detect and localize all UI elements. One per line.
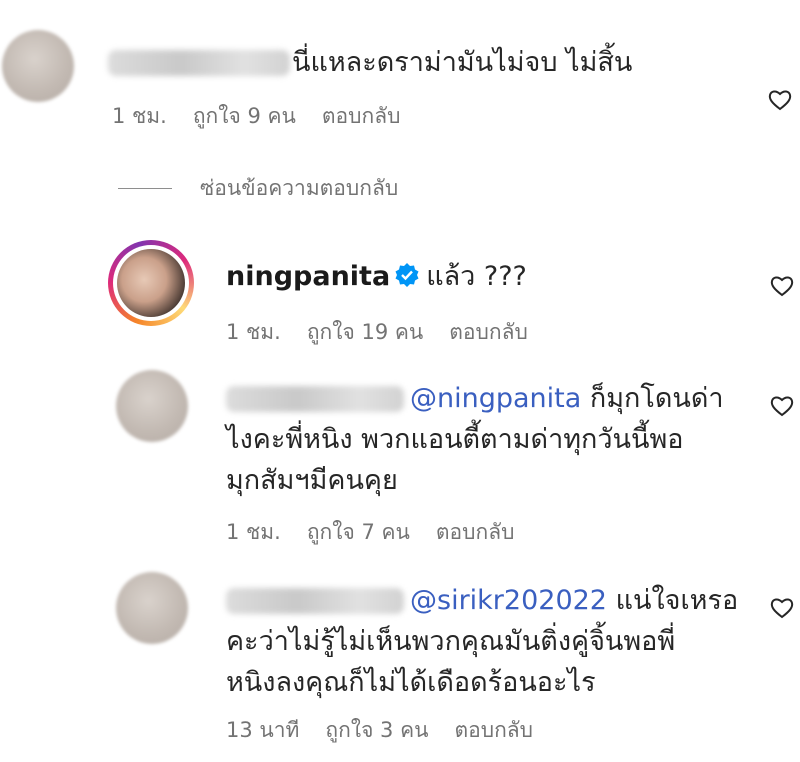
comment-text: นี่แหละดราม่ามันไม่จบ ไม่สิ้น [292, 47, 633, 78]
reply-text: แล้ว ??? [426, 261, 527, 292]
reply-line-3: มุกสัมฯมีคนคุย [226, 465, 398, 496]
reply-likes[interactable]: ถูกใจ 3 คน [325, 718, 428, 742]
heart-icon[interactable] [770, 597, 794, 619]
reply-button[interactable]: ตอบกลับ [322, 104, 401, 128]
reply-likes[interactable]: ถูกใจ 19 คน [307, 320, 423, 344]
comment-meta: 1 ชม. ถูกใจ 9 คน ตอบกลับ [112, 102, 426, 130]
reply-time: 1 ชม. [226, 520, 281, 544]
reply-time: 13 นาที [226, 718, 300, 742]
reply-username[interactable]: ningpanita [226, 261, 390, 292]
replier-avatar[interactable] [116, 370, 188, 442]
hide-replies-button[interactable]: ซ่อนข้อความตอบกลับ [200, 174, 398, 202]
verified-badge-icon [395, 263, 419, 287]
heart-icon[interactable] [770, 395, 794, 417]
reply-meta: 1 ชม. ถูกใจ 19 คน ตอบกลับ [226, 318, 554, 346]
reply-meta: 1 ชม. ถูกใจ 7 คน ตอบกลับ [226, 518, 540, 546]
profile-photo [117, 249, 185, 317]
reply-line-2: คะว่าไม่รู้ไม่เห็นพวกคุณมันติ่งคู่จิ้นพอ… [226, 626, 676, 657]
reply-line-1: @ningpanita ก็มุกโดนด่า [410, 380, 724, 418]
reply-line-3: หนิงลงคุณก็ไม่ได้เดือดร้อนอะไร [226, 667, 596, 698]
commenter-avatar[interactable] [2, 30, 74, 102]
reply-button[interactable]: ตอบกลับ [436, 520, 515, 544]
reply-button[interactable]: ตอบกลับ [449, 320, 528, 344]
comment-likes[interactable]: ถูกใจ 9 คน [193, 104, 296, 128]
hide-replies-line [118, 188, 172, 189]
reply-likes[interactable]: ถูกใจ 7 คน [307, 520, 410, 544]
reply-meta: 13 นาที ถูกใจ 3 คน ตอบกลับ [226, 716, 559, 744]
reply-text: แน่ใจเหรอ [615, 585, 739, 616]
reply-text-row: ningpanita แล้ว ??? [226, 258, 527, 296]
reply-line-1: @sirikr202022 แน่ใจเหรอ [410, 582, 738, 620]
mention-link[interactable]: @ningpanita [410, 383, 581, 414]
reply-line-2: ไงคะพี่หนิง พวกแอนตี้ตามด่าทุกวันนี้พอ [226, 424, 684, 455]
reply-text: ก็มุกโดนด่า [589, 383, 724, 414]
reply-button[interactable]: ตอบกลับ [455, 718, 534, 742]
replier-username-blurred[interactable] [226, 588, 404, 614]
mention-link[interactable]: @sirikr202022 [410, 585, 607, 616]
commenter-username-blurred[interactable] [108, 50, 290, 76]
ningpanita-avatar[interactable] [108, 240, 194, 326]
reply-time: 1 ชม. [226, 320, 281, 344]
heart-icon[interactable] [770, 275, 794, 297]
heart-icon[interactable] [768, 89, 792, 111]
replier-avatar[interactable] [116, 572, 188, 644]
replier-username-blurred[interactable] [226, 386, 404, 412]
comment-time: 1 ชม. [112, 104, 167, 128]
